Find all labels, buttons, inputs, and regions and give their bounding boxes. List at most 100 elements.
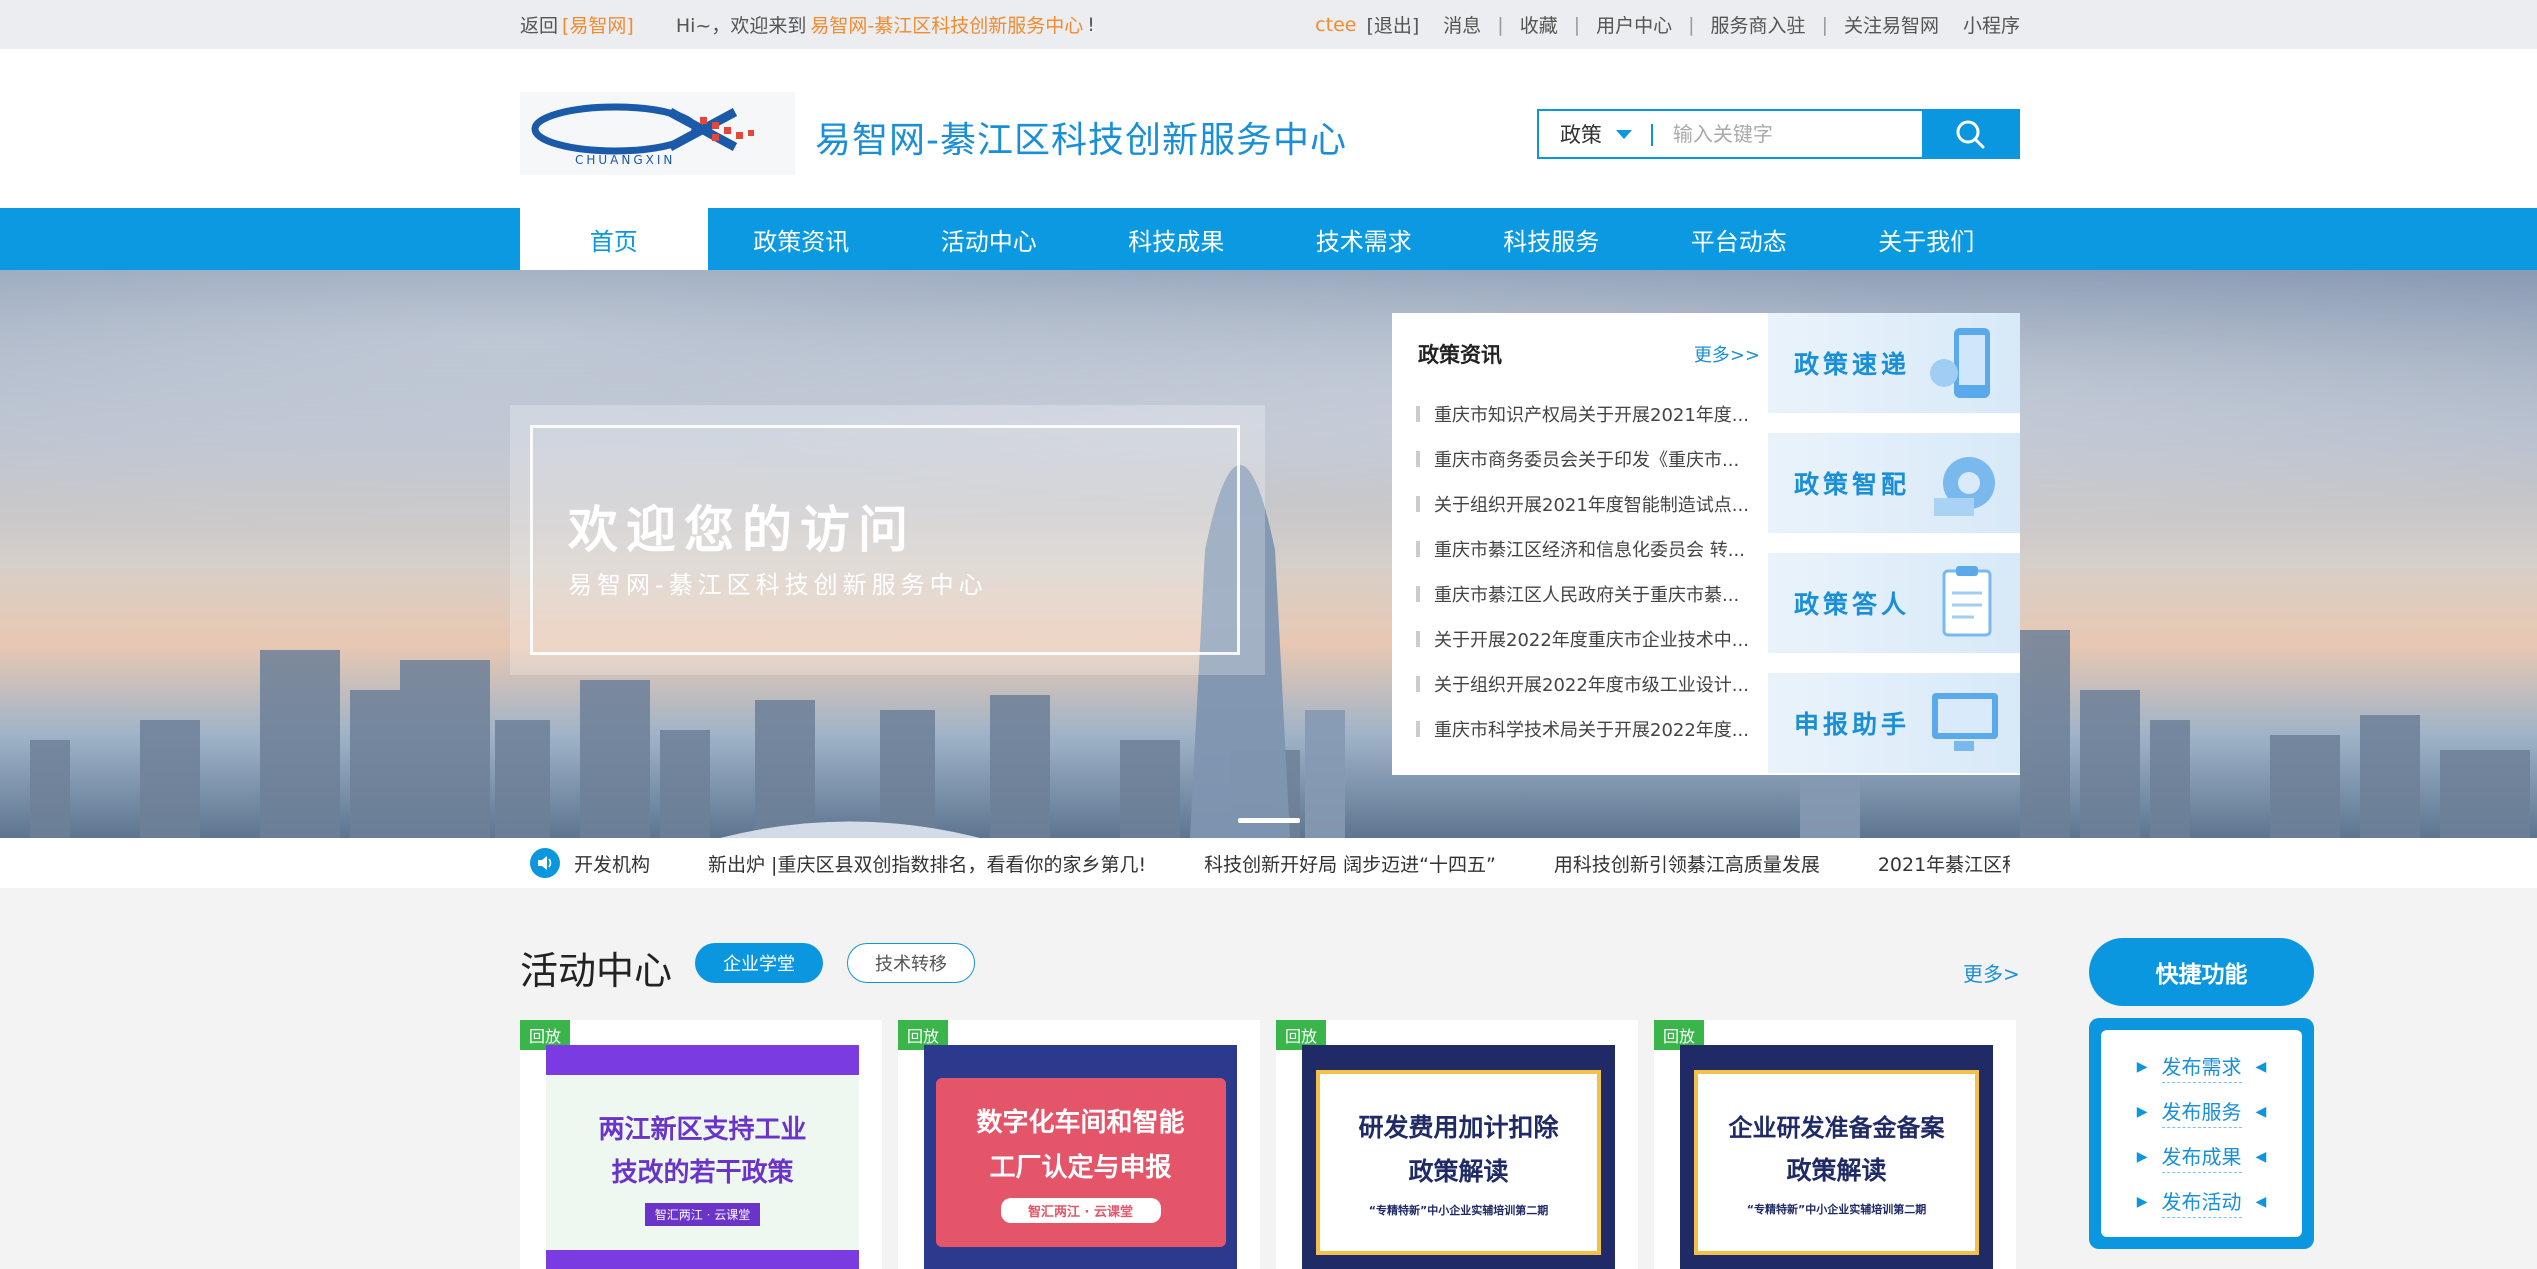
logout-link[interactable]: [退出]: [1366, 11, 1419, 38]
policy-card-apply-helper[interactable]: 申报助手: [1768, 673, 2020, 773]
nav-item-about-us[interactable]: 关于我们: [1833, 208, 2021, 270]
bullet-bar: [1416, 495, 1420, 512]
policy-card-label: 政策智配: [1794, 470, 1911, 499]
policy-more-link[interactable]: 更多>>: [1694, 341, 1760, 367]
ticker-item[interactable]: 新出炉 |重庆区县双创指数排名，看看你的家乡第几!: [708, 850, 1146, 877]
top-bar: 返回 [易智网] Hi~，欢迎来到 易智网-綦江区科技创新服务中心! ctee […: [0, 0, 2537, 49]
site-title: 易智网-綦江区科技创新服务中心: [815, 120, 1347, 161]
policy-item-text: 重庆市綦江区人民政府关于重庆市綦...: [1434, 584, 1740, 606]
policy-card-express[interactable]: 政策速递: [1768, 313, 2020, 413]
ticker-item[interactable]: 用科技创新引领綦江高质量发展: [1554, 850, 1820, 877]
quick-publish-achievement[interactable]: ▶ 发布成果 ◀: [2101, 1134, 2302, 1179]
top-link-provider-join[interactable]: 服务商入驻: [1711, 11, 1806, 38]
bullet-bar: [1416, 675, 1420, 692]
thumbnail-subtitle: “专精特新”中小企业实辅培训第二期: [1746, 1203, 1927, 1216]
policy-item-text: 关于开展2022年度重庆市企业技术中...: [1434, 629, 1749, 651]
quick-item-label: 发布成果: [2161, 1141, 2242, 1173]
search-category-select[interactable]: 政策: [1539, 111, 1653, 157]
quick-publish-activity[interactable]: ▶ 发布活动 ◀: [2101, 1179, 2302, 1224]
phone-illustration-icon: [1930, 328, 1990, 398]
back-label: 返回: [520, 15, 559, 37]
policy-list-item[interactable]: 重庆市知识产权局关于开展2021年度...: [1416, 391, 1752, 436]
activity-card[interactable]: 回放 研发费用加计扣除 政策解读 “专精特新”中小企业实辅培训第二期: [1276, 1020, 1638, 1269]
city-skyline: [30, 465, 2530, 838]
nav-item-activity-center[interactable]: 活动中心: [895, 208, 1083, 270]
svg-text:CHUANGXIN: CHUANGXIN: [575, 153, 675, 167]
search-icon: [1956, 120, 1985, 149]
separator: |: [1573, 13, 1581, 36]
nav-item-home[interactable]: 首页: [520, 208, 708, 270]
separator: |: [1688, 13, 1695, 36]
thumbnail-title-line2: 政策解读: [1408, 1156, 1509, 1186]
search-input[interactable]: [1652, 111, 1922, 157]
nav-item-tech-demand[interactable]: 技术需求: [1270, 208, 1458, 270]
policy-card-smart-match[interactable]: 政策智配: [1768, 433, 2020, 533]
activity-card[interactable]: 回放 数字化车间和智能 工厂认定与申报 智汇两江 · 云课堂: [898, 1020, 1260, 1269]
play-right-icon: ▶: [2136, 1058, 2148, 1075]
thumbnail-title-line1: 企业研发准备金备案: [1728, 1114, 1945, 1142]
policy-item-text: 重庆市科学技术局关于开展2022年度...: [1434, 719, 1749, 741]
policy-item-text: 重庆市商务委员会关于印发《重庆市...: [1434, 449, 1740, 471]
thumbnail-title-line2: 技改的若干政策: [611, 1158, 794, 1188]
activity-card[interactable]: 回放 企业研发准备金备案 政策解读 “专精特新”中小企业实辅培训第二期: [1654, 1020, 2016, 1269]
top-link-favorites[interactable]: 收藏: [1520, 11, 1558, 38]
welcome-prefix: Hi~，欢迎来到: [675, 15, 807, 37]
activity-card[interactable]: 回放 两江新区支持工业 技改的若干政策 智汇两江 · 云课堂: [520, 1020, 882, 1269]
bullet-bar: [1416, 585, 1420, 602]
policy-list: 重庆市知识产权局关于开展2021年度... 重庆市商务委员会关于印发《重庆市..…: [1416, 391, 1752, 751]
policy-card-label: 申报助手: [1794, 710, 1911, 739]
hero-banner[interactable]: 欢迎您的访问 易智网-綦江区科技创新服务中心: [0, 270, 2537, 838]
username-link[interactable]: ctee: [1315, 14, 1356, 36]
tab-tech-transfer[interactable]: 技术转移: [847, 943, 975, 983]
nav-item-platform-news[interactable]: 平台动态: [1645, 208, 1833, 270]
activity-title: 活动中心: [520, 949, 673, 993]
nav-item-policy-news[interactable]: 政策资讯: [708, 208, 896, 270]
ticker-item[interactable]: 2021年綦江区科技百日进百企: [1878, 850, 2010, 877]
ticker-item[interactable]: 开发机构: [574, 850, 650, 877]
slider-indicator[interactable]: [1238, 818, 1300, 823]
play-right-icon: ▶: [2136, 1148, 2148, 1165]
bullet-bar: [1416, 630, 1420, 647]
top-link-messages[interactable]: 消息: [1443, 11, 1481, 38]
back-site-link[interactable]: [易智网]: [562, 11, 634, 38]
top-link-follow[interactable]: 关注易智网: [1844, 11, 1939, 38]
thumbnail-title-line1: 研发费用加计扣除: [1358, 1112, 1559, 1142]
tab-enterprise-school[interactable]: 企业学堂: [695, 943, 823, 983]
bullet-bar: [1416, 540, 1420, 557]
site-logo[interactable]: CHUANGXIN: [520, 92, 795, 175]
top-link-user-center[interactable]: 用户中心: [1596, 11, 1672, 38]
policy-card-qa[interactable]: 政策答人: [1768, 553, 2020, 653]
policy-list-item[interactable]: 关于组织开展2021年度智能制造试点...: [1416, 481, 1752, 526]
policy-list-item[interactable]: 重庆市商务委员会关于印发《重庆市...: [1416, 436, 1752, 481]
policy-list-item[interactable]: 关于开展2022年度重庆市企业技术中...: [1416, 616, 1752, 661]
policy-item-text: 重庆市知识产权局关于开展2021年度...: [1434, 404, 1749, 426]
policy-list-item[interactable]: 重庆市綦江区经济和信息化委员会 转...: [1416, 526, 1752, 571]
quick-functions-title: 快捷功能: [2089, 938, 2314, 1006]
bullet-bar: [1416, 405, 1420, 422]
thumbnail-title-line1: 数字化车间和智能: [976, 1108, 1185, 1138]
nav-item-tech-achievements[interactable]: 科技成果: [1083, 208, 1271, 270]
quick-publish-demand[interactable]: ▶ 发布需求 ◀: [2101, 1044, 2302, 1089]
policy-card-label: 政策答人: [1794, 590, 1911, 619]
thumbnail-panel: 研发费用加计扣除 政策解读 “专精特新”中小企业实辅培训第二期: [1316, 1070, 1601, 1255]
welcome-overlay: 欢迎您的访问 易智网-綦江区科技创新服务中心: [510, 405, 1265, 675]
policy-item-text: 重庆市綦江区经济和信息化委员会 转...: [1434, 539, 1745, 561]
policy-card-label: 政策速递: [1794, 350, 1911, 379]
policy-panel: 政策资讯 更多>> 重庆市知识产权局关于开展2021年度... 重庆市商务委员会…: [1392, 313, 2020, 775]
thumbnail-subtitle: “专精特新”中小企业实辅培训第二期: [1368, 1203, 1549, 1217]
search-button[interactable]: [1921, 111, 2018, 157]
policy-list-item[interactable]: 关于组织开展2022年度市级工业设计...: [1416, 661, 1752, 706]
quick-publish-service[interactable]: ▶ 发布服务 ◀: [2101, 1089, 2302, 1134]
clipboard-illustration-icon: [1942, 566, 1992, 637]
top-link-mini-program[interactable]: 小程序: [1963, 11, 2020, 38]
search-bar: 政策: [1537, 109, 2020, 159]
policy-list-item[interactable]: 重庆市綦江区人民政府关于重庆市綦...: [1416, 571, 1752, 616]
nav-item-tech-services[interactable]: 科技服务: [1458, 208, 1646, 270]
policy-list-item[interactable]: 重庆市科学技术局关于开展2022年度...: [1416, 706, 1752, 751]
ticker-item[interactable]: 科技创新开好局 阔步迈进“十四五”: [1204, 850, 1496, 877]
thumbnail-title-line1: 两江新区支持工业: [598, 1115, 807, 1145]
activity-more-link[interactable]: 更多>: [1963, 958, 2020, 987]
header: CHUANGXIN 易智网-綦江区科技创新服务中心 政策: [0, 49, 2537, 208]
play-left-icon: ◀: [2255, 1193, 2267, 1210]
activity-thumbnail: 企业研发准备金备案 政策解读 “专精特新”中小企业实辅培训第二期: [1680, 1045, 1993, 1269]
